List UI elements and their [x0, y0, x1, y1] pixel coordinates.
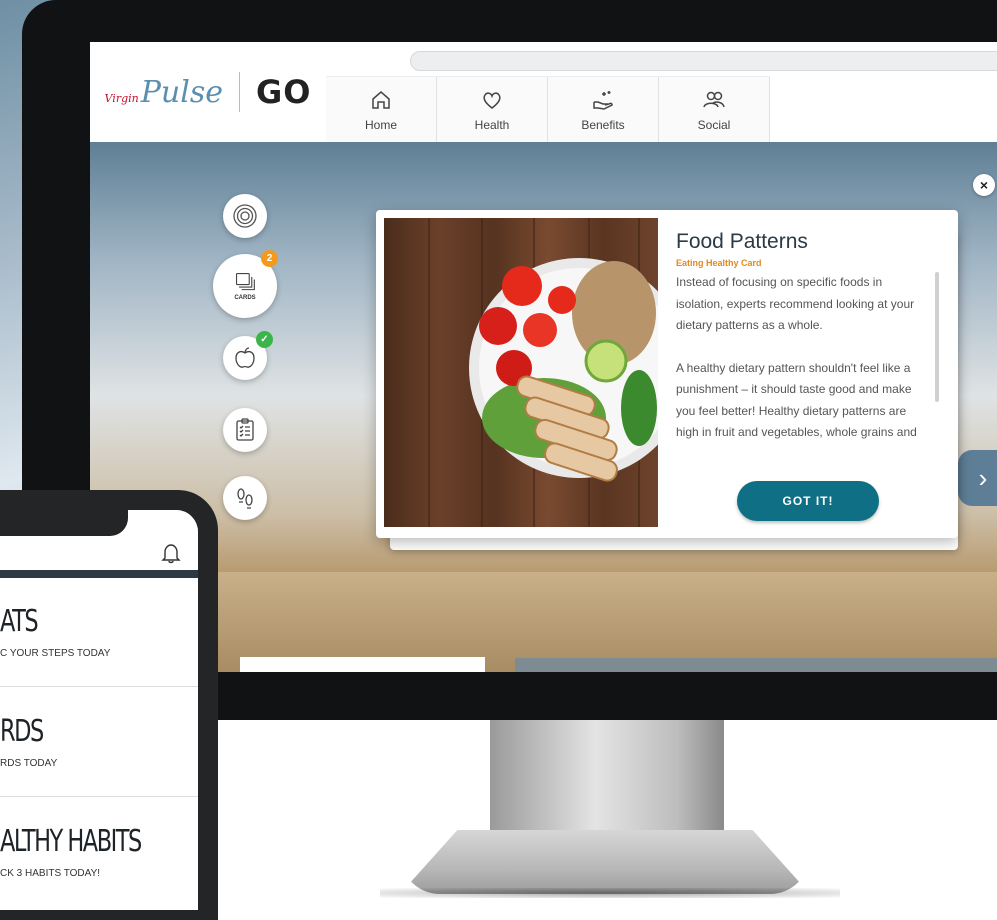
- app-header: Virgin Pulse GO Home Health Benefits Soc…: [90, 42, 997, 143]
- phone-screen: ATS C YOUR STEPS TODAY RDS RDS TODAY ALT…: [0, 510, 198, 910]
- nav-health-label: Health: [474, 118, 510, 132]
- bell-icon[interactable]: [160, 542, 182, 564]
- nav-home-label: Home: [364, 118, 397, 132]
- hand-sparkle-icon: [593, 91, 613, 110]
- phone-item-title: ALTHY HABITS: [0, 824, 142, 859]
- nav-benefits[interactable]: Benefits: [548, 77, 659, 143]
- desert-dunes: [90, 572, 997, 672]
- salad-bowl-illustration: [428, 218, 658, 527]
- phone-item-title: RDS: [0, 714, 44, 749]
- heart-icon: [483, 92, 501, 109]
- logo-virgin-text: Virgin: [104, 91, 139, 105]
- salad-bowl-image: [384, 218, 658, 527]
- logo-divider: [238, 72, 240, 112]
- home-icon: [372, 91, 390, 109]
- monitor-stand-base: [400, 830, 810, 894]
- card-body-text: Instead of focusing on specific foods in…: [676, 272, 931, 448]
- card-subtitle: Eating Healthy Card: [676, 258, 762, 268]
- logo-go-text: GO: [255, 73, 312, 111]
- phone-notch: [0, 510, 128, 536]
- nav-benefits-label: Benefits: [581, 118, 625, 132]
- content-panel-left: [240, 657, 485, 672]
- mobile-phone: ATS C YOUR STEPS TODAY RDS RDS TODAY ALT…: [0, 490, 218, 920]
- footprints-icon: [237, 488, 253, 509]
- card-paragraph: Instead of focusing on specific foods in…: [676, 275, 915, 332]
- rail-target-button[interactable]: [223, 194, 267, 238]
- check-badge: ✓: [256, 331, 273, 348]
- card-paragraph: A healthy dietary pattern shouldn't feel…: [676, 360, 917, 440]
- phone-item-subtitle: RDS TODAY: [0, 758, 58, 769]
- monitor-screen: Virgin Pulse GO Home Health Benefits Soc…: [90, 42, 997, 672]
- rail-checklist-button[interactable]: [223, 408, 267, 452]
- people-icon: [703, 91, 725, 108]
- address-bar[interactable]: [410, 51, 997, 71]
- next-card-button[interactable]: ›: [958, 450, 997, 506]
- rail-cards-label: CARDS: [234, 295, 256, 301]
- target-icon: [233, 204, 257, 228]
- phone-list-item[interactable]: RDS RDS TODAY: [0, 688, 198, 797]
- phone-list-item[interactable]: ATS C YOUR STEPS TODAY: [0, 578, 198, 687]
- got-it-button[interactable]: GOT IT!: [737, 481, 879, 521]
- nav-home[interactable]: Home: [326, 77, 437, 143]
- monitor-stand-neck: [490, 720, 724, 840]
- apple-icon: [235, 347, 255, 368]
- monitor-stand-shadow: [380, 888, 840, 898]
- cards-icon: [235, 272, 255, 291]
- nav-social-label: Social: [697, 118, 731, 132]
- phone-list-item[interactable]: ALTHY HABITS CK 3 HABITS TODAY!: [0, 798, 198, 906]
- main-nav: Home Health Benefits Social: [326, 76, 770, 143]
- phone-item-subtitle: C YOUR STEPS TODAY: [0, 648, 111, 659]
- logo[interactable]: Virgin Pulse GO: [90, 42, 326, 142]
- card-title: Food Patterns: [676, 230, 808, 253]
- phone-topbar-divider: [0, 570, 198, 578]
- phone-item-title: ATS: [0, 604, 39, 639]
- card-scrollbar[interactable]: [935, 272, 939, 402]
- rail-steps-button[interactable]: [223, 476, 267, 520]
- nav-health[interactable]: Health: [437, 77, 548, 143]
- content-panel-right: [515, 658, 997, 672]
- cards-count-badge: 2: [261, 250, 278, 267]
- checklist-icon: [236, 418, 254, 441]
- nav-social[interactable]: Social: [659, 77, 770, 143]
- phone-item-subtitle: CK 3 HABITS TODAY!: [0, 868, 101, 879]
- logo-pulse-text: Pulse: [140, 74, 223, 110]
- close-button[interactable]: ×: [973, 174, 995, 196]
- food-patterns-card: Food Patterns Eating Healthy Card Instea…: [376, 210, 958, 538]
